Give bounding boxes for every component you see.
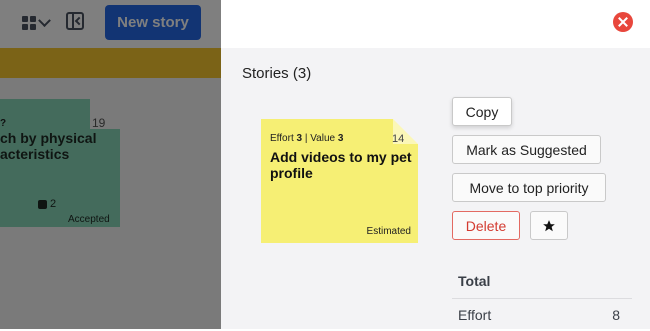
card-title: Add videos to my pet profile	[270, 149, 412, 181]
close-icon[interactable]	[613, 12, 633, 32]
meta-separator: |	[304, 133, 308, 144]
mark-suggested-button[interactable]: Mark as Suggested	[452, 135, 601, 164]
modal-overlay[interactable]	[0, 0, 221, 329]
panel-title: Stories (3)	[242, 65, 312, 82]
totals-row: Effort 8	[452, 299, 632, 331]
board-area: New story 19 ? ch by physical acteristic…	[0, 0, 221, 329]
totals-row-value: 8	[612, 307, 620, 323]
totals-header: Total	[452, 260, 632, 299]
effort-label: Effort	[270, 133, 294, 144]
totals-row-label: Effort	[458, 307, 492, 323]
story-card[interactable]: Effort 3 | Value 3 14 Add videos to my p…	[261, 119, 418, 243]
card-status: Estimated	[366, 226, 411, 237]
value-label: Value	[310, 133, 336, 144]
panel-header	[221, 0, 650, 48]
move-top-priority-button[interactable]: Move to top priority	[452, 173, 606, 202]
card-meta: Effort 3 | Value 3	[270, 133, 343, 144]
copy-button[interactable]: Copy	[452, 97, 512, 126]
stories-panel: Stories (3) Effort 3 | Value 3 14 Add vi…	[221, 0, 650, 329]
star-icon	[543, 219, 555, 231]
card-number: 14	[392, 133, 405, 145]
star-button[interactable]	[530, 211, 568, 240]
delete-button[interactable]: Delete	[452, 211, 520, 240]
totals-table: Total Effort 8	[452, 260, 632, 331]
value-value: 3	[337, 133, 344, 144]
effort-value: 3	[296, 133, 303, 144]
